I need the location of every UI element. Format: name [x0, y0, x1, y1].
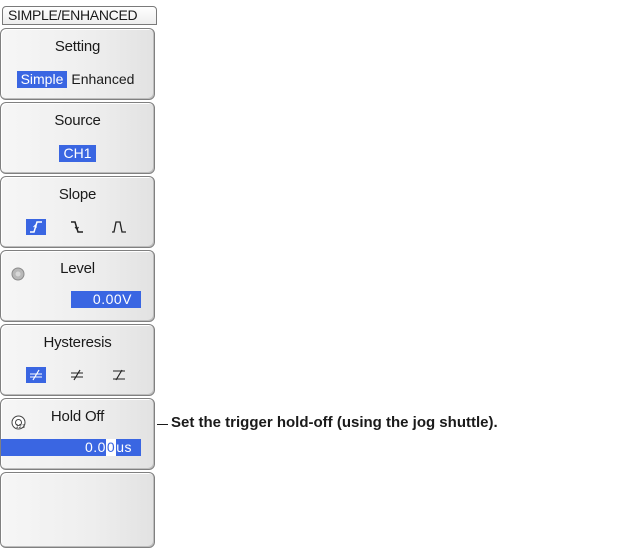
setting-option-simple[interactable]: Simple — [16, 70, 68, 88]
slope-options — [1, 218, 154, 236]
both-edges-icon[interactable] — [109, 219, 129, 235]
level-softkey[interactable]: Level 0.00V — [0, 250, 155, 322]
setting-option-enhanced[interactable]: Enhanced — [67, 71, 138, 88]
level-value: 0.00V — [71, 291, 141, 308]
hysteresis-low-icon[interactable] — [25, 367, 46, 383]
holdoff-value-unit: us — [116, 439, 132, 455]
setting-softkey[interactable]: Setting Simple Enhanced — [0, 28, 155, 100]
holdoff-value-cursor: 0 — [105, 439, 117, 456]
source-row: CH1 — [1, 144, 154, 162]
rising-edge-icon[interactable] — [25, 219, 46, 235]
holdoff-softkey[interactable]: 123 Hold Off 0.00us — [0, 398, 155, 470]
softkey-menu: SIMPLE/ENHANCED — [2, 6, 157, 25]
source-title: Source — [54, 112, 101, 129]
hysteresis-title: Hysteresis — [43, 334, 112, 351]
slope-softkey[interactable]: Slope — [0, 176, 155, 248]
menu-header: SIMPLE/ENHANCED — [2, 6, 157, 25]
level-title: Level — [60, 260, 95, 277]
source-softkey[interactable]: Source CH1 — [0, 102, 155, 174]
hysteresis-mid-icon[interactable] — [67, 367, 87, 383]
holdoff-value: 0.00us — [1, 439, 141, 456]
holdoff-callout: Set the trigger hold-off (using the jog … — [171, 414, 498, 431]
callout-leader-line — [157, 424, 168, 425]
hysteresis-softkey[interactable]: Hysteresis — [0, 324, 155, 396]
setting-options: Simple Enhanced — [1, 70, 154, 88]
slope-title: Slope — [58, 186, 97, 203]
holdoff-value-prefix: 0.0 — [84, 439, 106, 455]
falling-edge-icon[interactable] — [67, 219, 87, 235]
empty-softkey — [0, 472, 155, 548]
hysteresis-high-icon[interactable] — [109, 367, 129, 383]
setting-title: Setting — [54, 38, 101, 55]
source-value: CH1 — [59, 144, 96, 162]
holdoff-title: Hold Off — [50, 408, 105, 425]
hysteresis-options — [1, 366, 154, 384]
